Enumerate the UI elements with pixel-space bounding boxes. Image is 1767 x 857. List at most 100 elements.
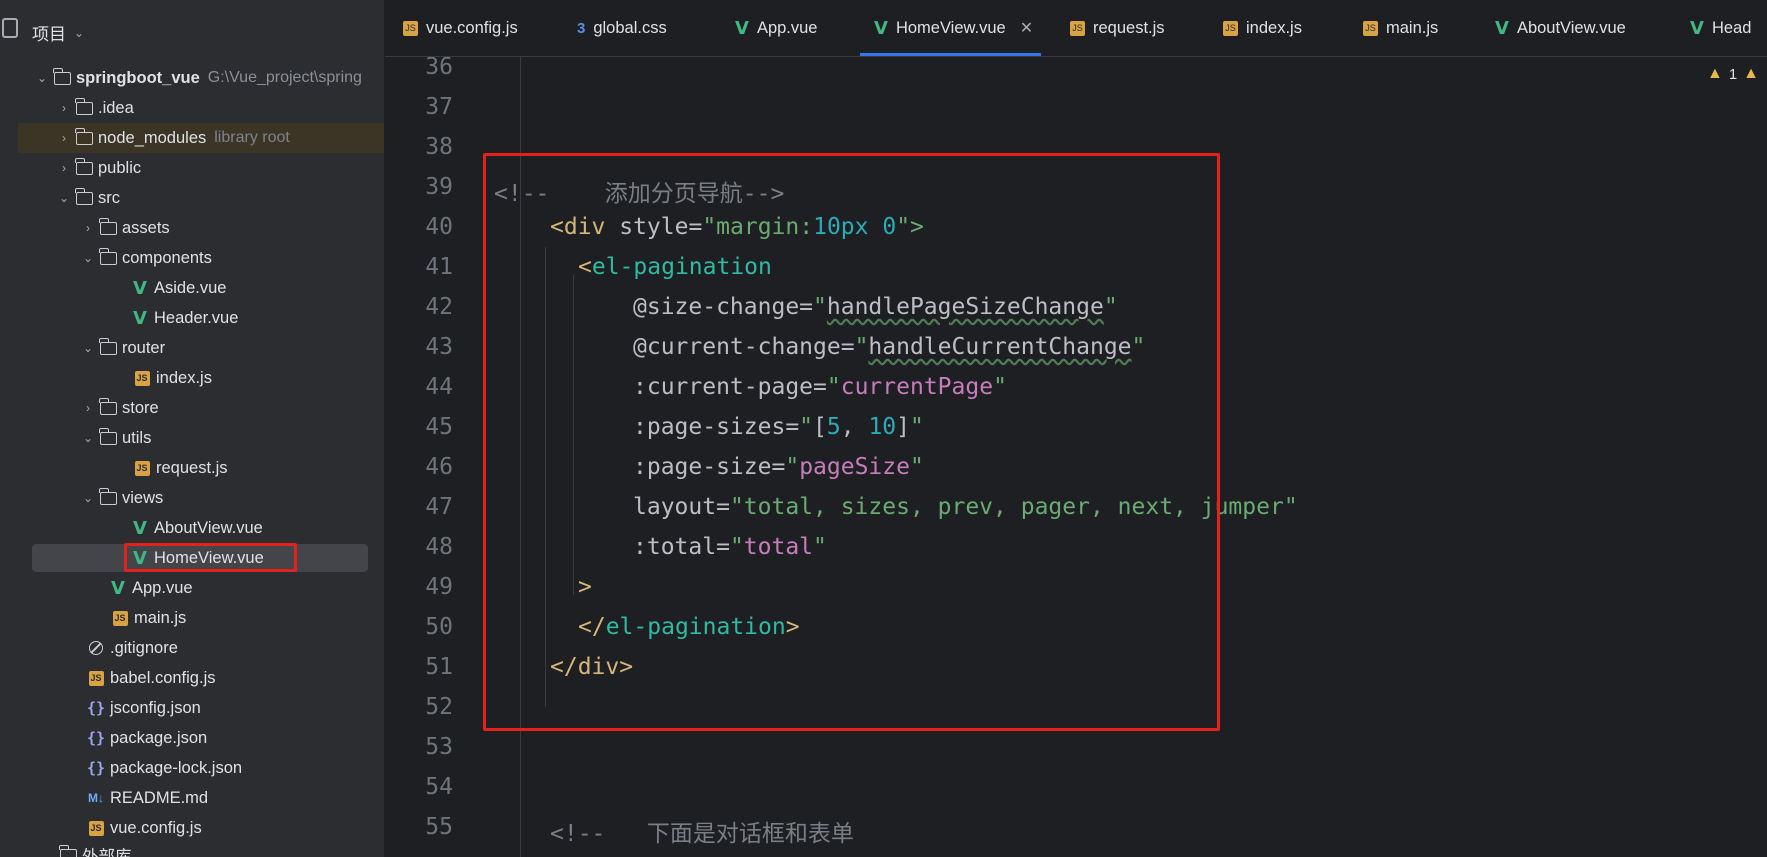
module-folder-icon bbox=[52, 67, 72, 87]
chevron-right-icon[interactable]: › bbox=[80, 221, 96, 235]
tree-item-label: README.md bbox=[110, 788, 209, 807]
vue-icon: V bbox=[735, 17, 749, 39]
json-icon: {} bbox=[86, 699, 106, 717]
tree-item-router[interactable]: ⌄ router bbox=[18, 333, 384, 363]
js-icon: JS bbox=[1363, 20, 1378, 36]
tree-item-components[interactable]: ⌄ components bbox=[18, 243, 384, 273]
js-icon: JS bbox=[86, 669, 106, 687]
chevron-down-icon[interactable]: ⌄ bbox=[74, 26, 84, 40]
code-line-55: <!-- 下面是对话框和表单 bbox=[550, 821, 854, 847]
tree-item-label: vue.config.js bbox=[110, 818, 202, 837]
tree-item-label: request.js bbox=[156, 458, 228, 477]
tab-index-js[interactable]: JS index.js bbox=[1223, 0, 1302, 56]
chevron-right-icon[interactable]: › bbox=[80, 401, 96, 415]
chevron-down-icon[interactable]: ⌄ bbox=[80, 431, 96, 445]
json-icon: {} bbox=[86, 729, 106, 747]
tree-item-label: components bbox=[122, 248, 212, 267]
tree-item-readme-md[interactable]: M↓ README.md bbox=[18, 783, 384, 813]
tree-item-gitignore[interactable]: .gitignore bbox=[18, 633, 384, 663]
tree-item-label: jsconfig.json bbox=[110, 698, 201, 717]
tab-request-js[interactable]: JS request.js bbox=[1070, 0, 1165, 56]
tree-item-label: package-lock.json bbox=[110, 758, 243, 777]
tree-item-package-lock-json[interactable]: {} package-lock.json bbox=[18, 753, 384, 783]
chevron-right-icon[interactable]: › bbox=[56, 101, 72, 115]
tree-item-src[interactable]: ⌄ src bbox=[18, 183, 384, 213]
line-number: 42 bbox=[425, 294, 453, 320]
tree-item-label: package.json bbox=[110, 728, 208, 747]
chevron-down-icon[interactable]: ⌄ bbox=[80, 341, 96, 355]
line-number: 50 bbox=[425, 614, 453, 640]
tree-item-babel-config-js[interactable]: JS babel.config.js bbox=[18, 663, 384, 693]
tree-item-label: node_modules bbox=[98, 128, 207, 147]
tree-item-request-js[interactable]: JS request.js bbox=[18, 453, 384, 483]
tree-item-vue-config-js[interactable]: JS vue.config.js bbox=[18, 813, 384, 843]
tree-item-external-libraries[interactable]: 外部库 bbox=[18, 840, 384, 857]
chevron-right-icon[interactable]: › bbox=[56, 131, 72, 145]
line-number: 44 bbox=[425, 374, 453, 400]
inspection-widget[interactable]: ▲ 1 ▲ bbox=[1707, 65, 1759, 83]
tool-window-strip bbox=[0, 0, 19, 857]
tab-header-vue[interactable]: V Head bbox=[1690, 0, 1751, 56]
tab-homeview-vue[interactable]: V HomeView.vue ✕ bbox=[860, 0, 1042, 56]
markdown-icon: M↓ bbox=[88, 791, 104, 805]
tree-item-aside-vue[interactable]: V Aside.vue bbox=[18, 273, 384, 303]
js-icon: JS bbox=[110, 609, 130, 627]
tree-item-aboutview-vue[interactable]: V AboutView.vue bbox=[18, 513, 384, 543]
tree-item-router-index-js[interactable]: JS index.js bbox=[18, 363, 384, 393]
chevron-down-icon[interactable]: ⌄ bbox=[80, 491, 96, 505]
tab-label: main.js bbox=[1386, 18, 1439, 37]
tab-label: vue.config.js bbox=[426, 18, 518, 37]
project-panel: 项目 ⌄ ⌄ springboot_vue G:\Vue_project\spr… bbox=[18, 0, 385, 857]
json-icon: {} bbox=[86, 759, 106, 777]
editor-tab-bar: JS vue.config.js 3 global.css V App.vue … bbox=[385, 0, 1767, 57]
tab-aboutview-vue[interactable]: V AboutView.vue bbox=[1495, 0, 1626, 56]
chevron-right-icon[interactable]: › bbox=[56, 161, 72, 175]
folder-icon bbox=[74, 187, 94, 207]
tree-item-app-vue[interactable]: V App.vue bbox=[18, 573, 384, 603]
tree-item-label: public bbox=[98, 158, 142, 177]
code-editor[interactable]: ▲ 1 ▲ 36 37 38 39 40 41 42 43 44 45 46 4… bbox=[385, 57, 1767, 857]
folder-icon bbox=[98, 427, 118, 447]
tree-item-label: .gitignore bbox=[110, 638, 178, 657]
tree-item-header-vue[interactable]: V Header.vue bbox=[18, 303, 384, 333]
tree-item-public[interactable]: › public bbox=[18, 153, 384, 183]
tree-item-main-js[interactable]: JS main.js bbox=[18, 603, 384, 633]
chevron-down-icon[interactable]: ⌄ bbox=[34, 71, 50, 85]
chevron-down-icon[interactable]: ⌄ bbox=[56, 191, 72, 205]
project-panel-header[interactable]: 项目 ⌄ bbox=[32, 20, 84, 45]
line-number: 40 bbox=[425, 214, 453, 240]
tree-item-label: views bbox=[122, 488, 164, 507]
line-number: 36 bbox=[425, 57, 453, 80]
chevron-down-icon[interactable]: ⌄ bbox=[80, 251, 96, 265]
tree-item-assets[interactable]: › assets bbox=[18, 213, 384, 243]
tree-item-store[interactable]: › store bbox=[18, 393, 384, 423]
line-number: 54 bbox=[425, 774, 453, 800]
tree-item-utils[interactable]: ⌄ utils bbox=[18, 423, 384, 453]
tab-label: index.js bbox=[1246, 18, 1302, 37]
tree-item-label: router bbox=[122, 338, 166, 357]
tree-item-label: src bbox=[98, 188, 120, 207]
tab-global-css[interactable]: 3 global.css bbox=[577, 0, 667, 56]
tab-main-js[interactable]: JS main.js bbox=[1363, 0, 1438, 56]
js-icon: JS bbox=[403, 20, 418, 36]
project-tool-icon[interactable] bbox=[2, 18, 18, 38]
tab-app-vue[interactable]: V App.vue bbox=[735, 0, 817, 56]
tree-root-name: springboot_vue bbox=[76, 68, 200, 87]
vue-icon: V bbox=[1495, 17, 1509, 39]
tree-root[interactable]: ⌄ springboot_vue G:\Vue_project\spring bbox=[18, 63, 384, 93]
js-icon: JS bbox=[132, 459, 152, 477]
tree-item-jsconfig-json[interactable]: {} jsconfig.json bbox=[18, 693, 384, 723]
tree-item-views[interactable]: ⌄ views bbox=[18, 483, 384, 513]
tree-item-package-json[interactable]: {} package.json bbox=[18, 723, 384, 753]
line-number: 38 bbox=[425, 134, 453, 160]
close-icon[interactable]: ✕ bbox=[1020, 18, 1033, 38]
vue-icon: V bbox=[111, 577, 125, 599]
warning-count: 1 bbox=[1728, 65, 1738, 83]
tree-item-node-modules[interactable]: › node_modules library root bbox=[18, 123, 384, 153]
js-icon: JS bbox=[132, 369, 152, 387]
line-number: 43 bbox=[425, 334, 453, 360]
tab-label: App.vue bbox=[756, 18, 818, 37]
tree-item-idea[interactable]: › .idea bbox=[18, 93, 384, 123]
vue-icon: V bbox=[133, 307, 147, 329]
tab-vue-config-js[interactable]: JS vue.config.js bbox=[403, 0, 518, 56]
